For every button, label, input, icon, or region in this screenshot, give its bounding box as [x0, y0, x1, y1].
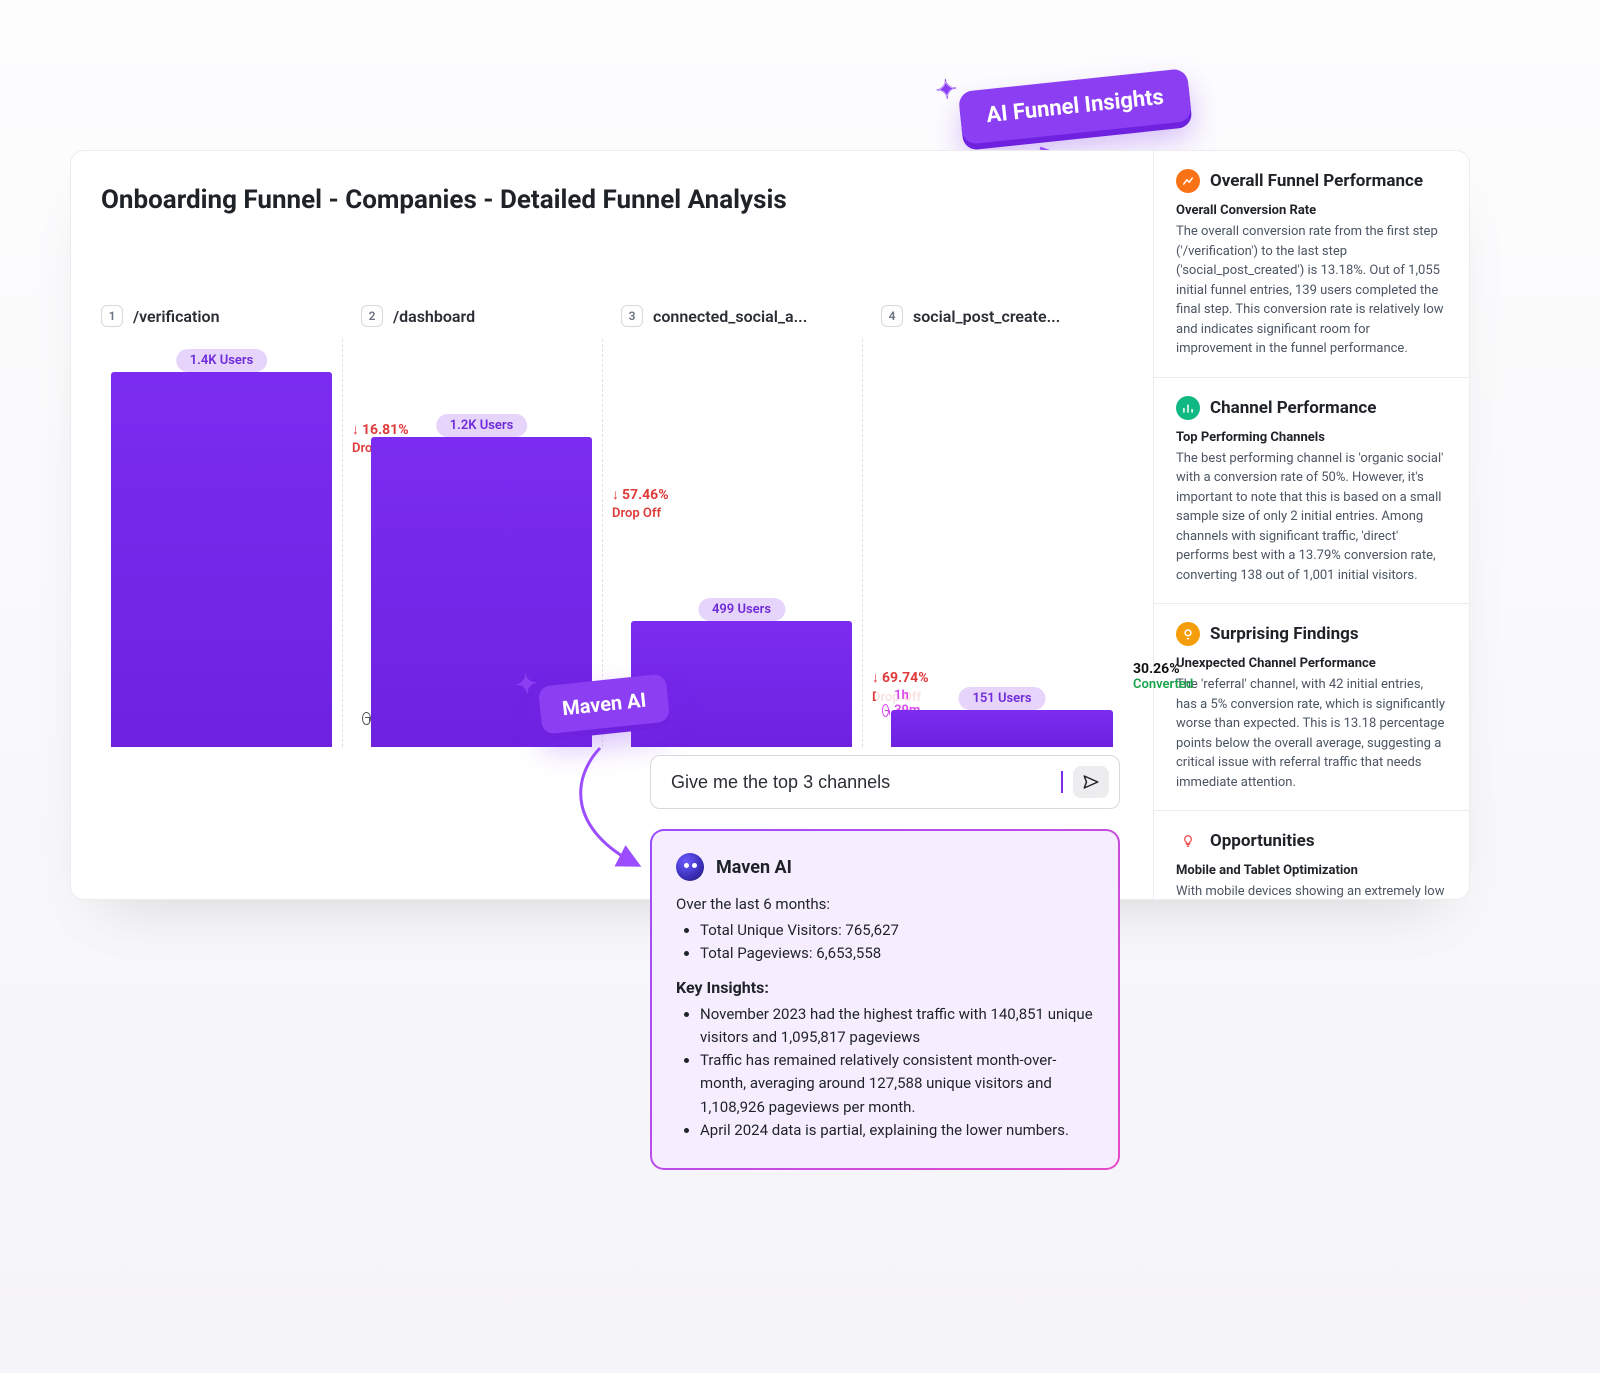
bar-wrap: 1.4K Users↓16.81%Drop Off7m 11s — [101, 339, 343, 747]
insight-subtitle: Mobile and Tablet Optimization — [1176, 863, 1447, 878]
users-pill: 1.2K Users — [436, 414, 528, 437]
insights-sidebar: Overall Funnel Performance Overall Conver… — [1153, 151, 1469, 899]
step-number: 1 — [101, 305, 123, 327]
arrow-down-icon: ↓ — [872, 670, 879, 686]
bar-icon — [1176, 396, 1200, 420]
arrow-down-icon: ↓ — [352, 422, 359, 438]
insight-title: Overall Funnel Performance — [1210, 171, 1423, 191]
insight-block: Opportunities Mobile and Tablet Optimizat… — [1154, 811, 1469, 899]
conv-label: Converted — [1133, 677, 1253, 692]
converted: 30.26%Converted — [1133, 661, 1253, 692]
funnel-step: 1/verification 1.4K Users↓16.81%Drop Off7… — [101, 305, 343, 747]
conv-pct: 30.26% — [1133, 661, 1253, 677]
ai-name: Maven AI — [716, 857, 792, 878]
ai-stats-list: Total Unique Visitors: 765,627Total Page… — [676, 919, 1094, 966]
insight-title: Surprising Findings — [1210, 624, 1359, 644]
insight-title: Opportunities — [1210, 831, 1315, 851]
funnel-step: 2/dashboard1.2K Users↓57.46%Drop Off31m … — [361, 305, 603, 747]
insight-body: The overall conversion rate from the fir… — [1176, 222, 1447, 359]
funnel-step: 4 social_post_create... 151 Users30.26%Con… — [881, 305, 1123, 747]
step-number: 3 — [621, 305, 643, 327]
send-icon — [1082, 773, 1100, 791]
maven-avatar-icon — [676, 853, 704, 881]
badge-label: Maven AI — [561, 688, 647, 721]
sparkle-icon — [934, 73, 967, 106]
ai-insights-list: November 2023 had the highest traffic wi… — [676, 1003, 1094, 1143]
ai-lead: Over the last 6 months: — [676, 895, 1094, 913]
send-button[interactable] — [1073, 766, 1109, 798]
ai-insight-item: April 2024 data is partial, explaining t… — [700, 1119, 1094, 1142]
users-pill: 1.4K Users — [176, 349, 268, 372]
insight-subtitle: Overall Conversion Rate — [1176, 203, 1447, 218]
ai-insight-item: November 2023 had the highest traffic wi… — [700, 1003, 1094, 1050]
maven-ai-panel: Maven AI Over the last 6 months: Total U… — [650, 755, 1120, 1170]
sparkle-icon — [514, 668, 547, 701]
badge-label: AI Funnel Insights — [985, 85, 1165, 128]
ai-stat-item: Total Unique Visitors: 765,627 — [700, 919, 1094, 942]
step-name: connected_social_a... — [653, 307, 807, 326]
lamp-icon — [1176, 622, 1200, 646]
users-pill: 151 Users — [958, 687, 1045, 710]
step-name: social_post_create... — [913, 307, 1060, 326]
step-name: /verification — [133, 307, 220, 326]
page-title: Onboarding Funnel - Companies - Detailed… — [101, 185, 1123, 215]
ai-stat-item: Total Pageviews: 6,653,558 — [700, 942, 1094, 965]
insight-title: Channel Performance — [1210, 398, 1376, 418]
insight-block: Channel Performance Top Performing Channe… — [1154, 378, 1469, 605]
ai-insight-item: Traffic has remained relatively consiste… — [700, 1049, 1094, 1119]
ai-response: Maven AI Over the last 6 months: Total U… — [650, 829, 1120, 1170]
bar-wrap: 151 Users30.26%Converted — [881, 339, 1123, 747]
insight-body: The best performing channel is 'organic … — [1176, 449, 1447, 586]
text-cursor — [1061, 771, 1063, 793]
step-number: 4 — [881, 305, 903, 327]
ai-input-row — [650, 755, 1120, 809]
funnel-bar — [891, 710, 1113, 747]
insight-block: Surprising FindingsUnexpected Channel Pe… — [1154, 604, 1469, 811]
funnel-bar — [111, 372, 332, 747]
ai-funnel-insights-badge: AI Funnel Insights — [958, 68, 1192, 145]
insight-body: With mobile devices showing an extremely… — [1176, 882, 1447, 899]
step-name: /dashboard — [393, 307, 475, 326]
step-number: 2 — [361, 305, 383, 327]
insight-subtitle: Top Performing Channels — [1176, 430, 1447, 445]
ai-prompt-input[interactable] — [669, 771, 1051, 794]
insight-body: The 'referral' channel, with 42 initial … — [1176, 675, 1447, 792]
ai-insights-heading: Key Insights: — [676, 978, 1094, 997]
users-pill: 499 Users — [698, 598, 785, 621]
insight-block: Overall Funnel Performance Overall Conver… — [1154, 151, 1469, 378]
arrow-down-icon: ↓ — [612, 487, 619, 503]
chart-icon — [1176, 169, 1200, 193]
bulb-icon — [1176, 829, 1200, 853]
